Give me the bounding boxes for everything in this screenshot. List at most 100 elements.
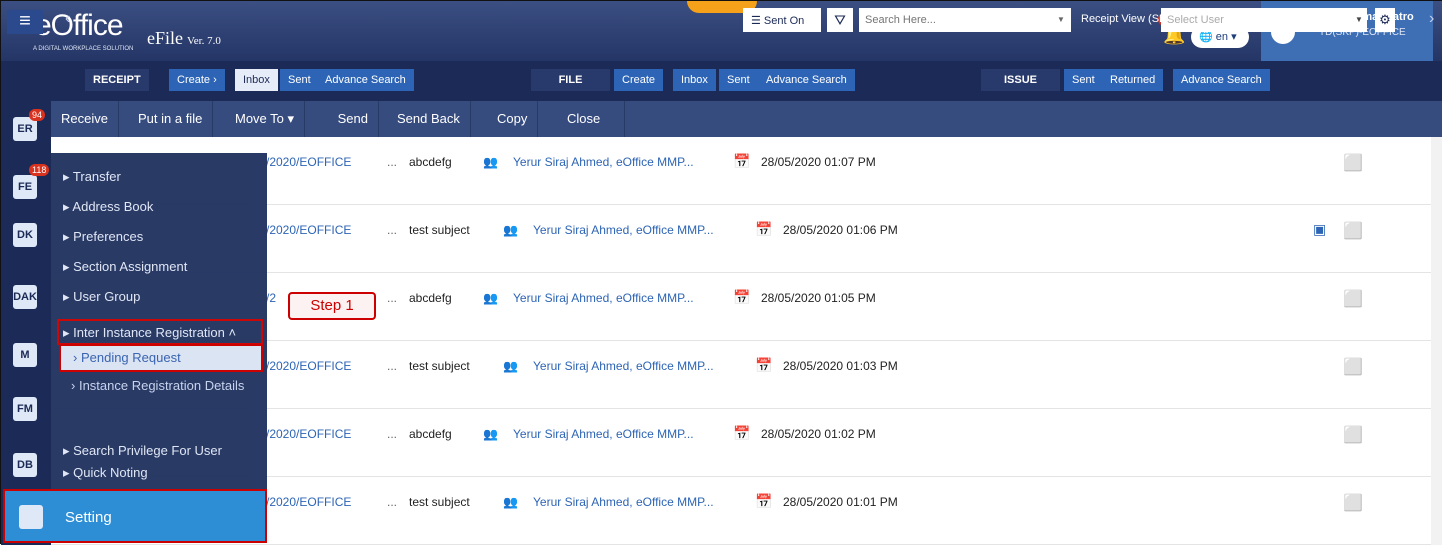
receipt-subject: test subject <box>409 359 470 373</box>
sent-date: 28/05/2020 01:05 PM <box>761 291 876 305</box>
column-settings-icon[interactable]: ⚙ <box>1375 8 1395 32</box>
menu-label: Address Book <box>72 199 154 214</box>
pdf-icon[interactable]: ⬜ <box>1343 493 1363 513</box>
receipt-number[interactable]: /2020/EOFFICE <box>266 223 351 237</box>
receive-button[interactable]: Receive <box>51 101 119 137</box>
sender-name[interactable]: Yerur Siraj Ahmed, eOffice MMP... <box>513 155 694 169</box>
put-in-file-button[interactable]: Put in a file <box>128 101 214 137</box>
menu-label: Section Assignment <box>73 259 188 274</box>
receipt-number[interactable]: /2020/EOFFICE <box>266 495 351 509</box>
dak-icon[interactable]: DK <box>13 223 37 247</box>
copy-button[interactable]: Copy <box>487 101 539 137</box>
pdf-icon[interactable]: ⬜ <box>1343 221 1363 241</box>
nav-file-create[interactable]: Create <box>614 69 665 91</box>
send-button[interactable]: Send <box>323 101 379 137</box>
search-dropdown-icon[interactable]: ▼ <box>1057 15 1065 24</box>
menu-item-quick-noting[interactable]: ▸ Quick Noting <box>63 465 148 481</box>
pdf-icon[interactable]: ⬜ <box>1343 153 1363 173</box>
sent-date: 28/05/2020 01:03 PM <box>783 359 898 373</box>
calendar-icon: 📅 <box>755 357 773 373</box>
menu-item-transfer[interactable]: ▸ Transfer <box>63 169 121 185</box>
menu-label: Preferences <box>73 229 144 244</box>
nav-receipt[interactable]: RECEIPT <box>85 69 150 91</box>
receipt-subject: test subject <box>409 223 470 237</box>
move-to-button[interactable]: Move To ▾ <box>225 101 306 137</box>
file-management-icon[interactable]: FM <box>13 397 37 421</box>
receipt-subject: abcdefg <box>409 291 452 305</box>
document-icon[interactable]: ▣ <box>1313 221 1326 238</box>
filter-icon[interactable]: ⛛ <box>827 8 853 32</box>
menu-item-search-privilege[interactable]: ▸ Search Privilege For User <box>63 443 222 459</box>
receipt-number[interactable]: /2020/EOFFICE <box>266 155 351 169</box>
sender-name[interactable]: Yerur Siraj Ahmed, eOffice MMP... <box>513 291 694 305</box>
app-title: eFile Ver. 7.0 <box>147 28 221 49</box>
person-icon: 👥 <box>483 291 498 305</box>
nav-issue-advance-search[interactable]: Advance Search <box>1173 69 1271 91</box>
sender-name[interactable]: Yerur Siraj Ahmed, eOffice MMP... <box>533 223 714 237</box>
receipt-subject: test subject <box>409 495 470 509</box>
nav-file-sent[interactable]: Sent <box>719 69 759 91</box>
setting-label: Setting <box>65 509 112 526</box>
pdf-icon[interactable]: ⬜ <box>1343 357 1363 377</box>
vertical-scrollbar[interactable] <box>1431 137 1442 545</box>
more-dots: ... <box>387 359 398 373</box>
receipt-number[interactable]: /2020/EOFFICE <box>266 427 351 441</box>
mail-icon[interactable]: M <box>13 343 37 367</box>
knowledge-icon[interactable]: DAK <box>13 285 37 309</box>
sent-date: 28/05/2020 01:01 PM <box>783 495 898 509</box>
sent-date: 28/05/2020 01:07 PM <box>761 155 876 169</box>
more-dots: ... <box>387 495 398 509</box>
menu-item-inter-instance-registration[interactable]: ▸ Inter Instance Registration ˄ <box>57 319 263 345</box>
step-callout: Step 1 <box>288 292 376 320</box>
chevron-left-icon[interactable]: ‹ <box>65 10 70 28</box>
receipt-number[interactable]: /2 <box>266 291 276 305</box>
chevron-right-icon[interactable]: › <box>1429 10 1434 28</box>
pdf-icon[interactable]: ⬜ <box>1343 289 1363 309</box>
sender-name[interactable]: Yerur Siraj Ahmed, eOffice MMP... <box>513 427 694 441</box>
eoffice-logo[interactable]: eOffice <box>35 9 123 43</box>
receipt-number[interactable]: /2020/EOFFICE <box>266 359 351 373</box>
close-button[interactable]: Close <box>557 101 625 137</box>
sender-name[interactable]: Yerur Siraj Ahmed, eOffice MMP... <box>533 495 714 509</box>
receipt-subject: abcdefg <box>409 155 452 169</box>
nav-file-advance-search[interactable]: Advance Search <box>758 69 856 91</box>
menu-item-address-book[interactable]: ▸ Address Book <box>63 199 153 215</box>
nav-receipt-inbox[interactable]: Inbox <box>235 69 279 91</box>
search-input[interactable] <box>859 8 1071 32</box>
dashboard-icon[interactable]: DB <box>13 453 37 477</box>
select-caret-icon[interactable]: ▼ <box>1355 15 1363 24</box>
nav-file-inbox[interactable]: Inbox <box>673 69 717 91</box>
hamburger-icon[interactable]: ≡ <box>7 10 43 34</box>
calendar-icon: 📅 <box>755 493 773 509</box>
calendar-icon: 📅 <box>755 221 773 237</box>
menu-label: Instance Registration Details <box>78 378 245 393</box>
person-icon: 👥 <box>503 495 518 509</box>
nav-receipt-create-label: Create <box>177 74 211 86</box>
fe-icon[interactable]: FE <box>13 175 37 199</box>
nav-file[interactable]: FILE <box>531 69 611 91</box>
person-icon: 👥 <box>483 427 498 441</box>
menu-label: Transfer <box>72 169 121 184</box>
person-icon: 👥 <box>503 223 518 237</box>
more-dots: ... <box>387 223 398 237</box>
send-back-button[interactable]: Send Back <box>387 101 471 137</box>
sort-sent-on-button[interactable]: ☰ Sent On <box>743 8 821 32</box>
nav-receipt-create[interactable]: Create › <box>169 69 226 91</box>
menu-item-pending-request[interactable]: › Pending Request <box>59 344 263 372</box>
receipt-subject: abcdefg <box>409 427 452 441</box>
sender-name[interactable]: Yerur Siraj Ahmed, eOffice MMP... <box>533 359 714 373</box>
menu-item-user-group[interactable]: ▸ User Group <box>63 289 140 305</box>
nav-issue-returned[interactable]: Returned <box>1102 69 1165 91</box>
nav-receipt-sent[interactable]: Sent <box>280 69 320 91</box>
user-select[interactable]: Select User <box>1161 8 1367 32</box>
nav-receipt-advance-search[interactable]: Advance Search <box>317 69 415 91</box>
menu-item-instance-registration-details[interactable]: › Instance Registration Details <box>71 378 244 393</box>
action-toolbar: Receive Put in a file Move To ▾ Send Sen… <box>51 101 1442 137</box>
setting-button[interactable]: Setting <box>3 489 267 543</box>
menu-item-section-assignment[interactable]: ▸ Section Assignment <box>63 259 187 275</box>
pdf-icon[interactable]: ⬜ <box>1343 425 1363 445</box>
nav-issue-sent[interactable]: Sent <box>1064 69 1104 91</box>
sent-date: 28/05/2020 01:06 PM <box>783 223 898 237</box>
menu-item-preferences[interactable]: ▸ Preferences <box>63 229 143 245</box>
nav-issue[interactable]: ISSUE <box>981 69 1061 91</box>
